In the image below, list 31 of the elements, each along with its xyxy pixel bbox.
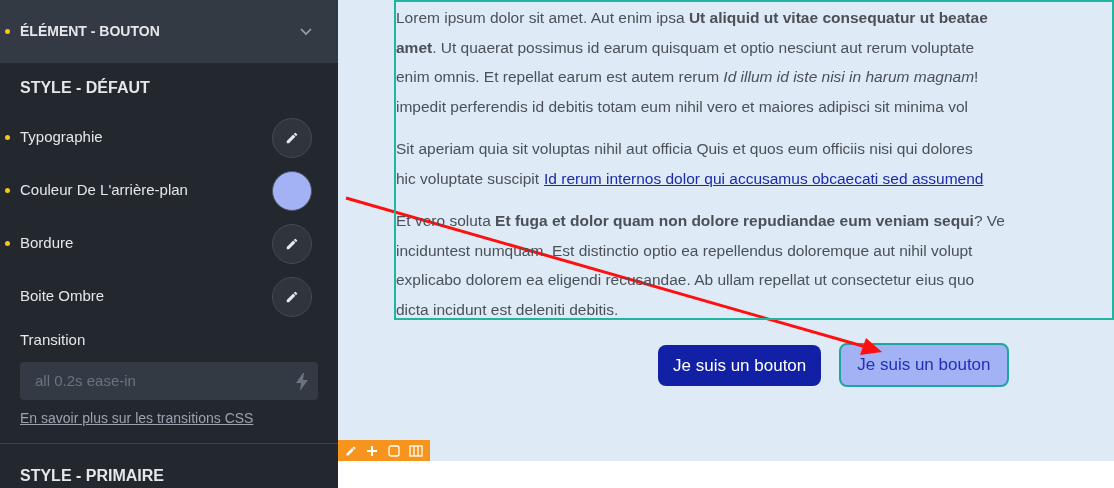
transition-field[interactable]: all 0.2s ease-in — [20, 361, 318, 400]
edit-button[interactable] — [272, 117, 312, 158]
paragraph-line: dicta incidunt est deleniti debitis. — [396, 299, 619, 320]
transition-label: Transition — [20, 330, 86, 350]
paragraph-line: hic voluptate suscipit — [396, 168, 540, 189]
group-title: STYLE - PRIMAIRE — [20, 466, 164, 486]
paragraph-line: impedit perferendis id debitis totam eum nihil vero et maiores adipisci sit minima vol — [396, 96, 969, 117]
paragraph-line: Lorem ipsum dolor sit amet. Aut enim ipsa Ut aliquid ut vitae consequatur ut beatae — [396, 8, 988, 28]
text-block[interactable] — [394, 0, 1114, 320]
edit-button[interactable] — [272, 223, 312, 264]
help-link[interactable]: En savoir plus sur les transitions CSS — [20, 408, 254, 429]
edit-button[interactable] — [272, 276, 312, 317]
pencil-icon — [285, 236, 299, 251]
text-link[interactable]: Id rerum internos dolor qui accusamus obcaecati sed assumend — [544, 163, 984, 193]
paragraph-line: enim omnis. Et repellat earum est autem rerum Id illum id iste nisi in harum magnam! — [396, 67, 979, 87]
property-label: Bordure — [20, 233, 75, 254]
chevron-icon — [300, 27, 312, 36]
property-label: Typographie — [20, 127, 104, 148]
group-title: STYLE - DÉFAUT — [19, 78, 150, 98]
property-label: Couleur De L'arrière-plan — [20, 180, 189, 201]
pencil-icon — [285, 289, 299, 304]
paragraph-line: Sit aperiam quia sit voluptas nihil aut officia Quis et quos eum officiis nisi qui dolores — [396, 139, 973, 159]
paragraph-line: amet. Ut quaerat possimus id earum quisquam et optio nesciunt aut rerum voluptate — [396, 37, 975, 58]
sample-button[interactable]: Je suis un bouton — [839, 343, 1009, 387]
sample-button[interactable]: Je suis un bouton — [658, 345, 822, 386]
lightning-icon — [296, 372, 308, 391]
section-title: ÉLÉMENT - BOUTON — [20, 22, 161, 41]
pencil-icon — [285, 130, 299, 145]
property-label: Boite Ombre — [20, 286, 106, 307]
section-header[interactable]: ÉLÉMENT - BOUTON — [0, 0, 338, 63]
color-swatch[interactable] — [272, 170, 312, 211]
